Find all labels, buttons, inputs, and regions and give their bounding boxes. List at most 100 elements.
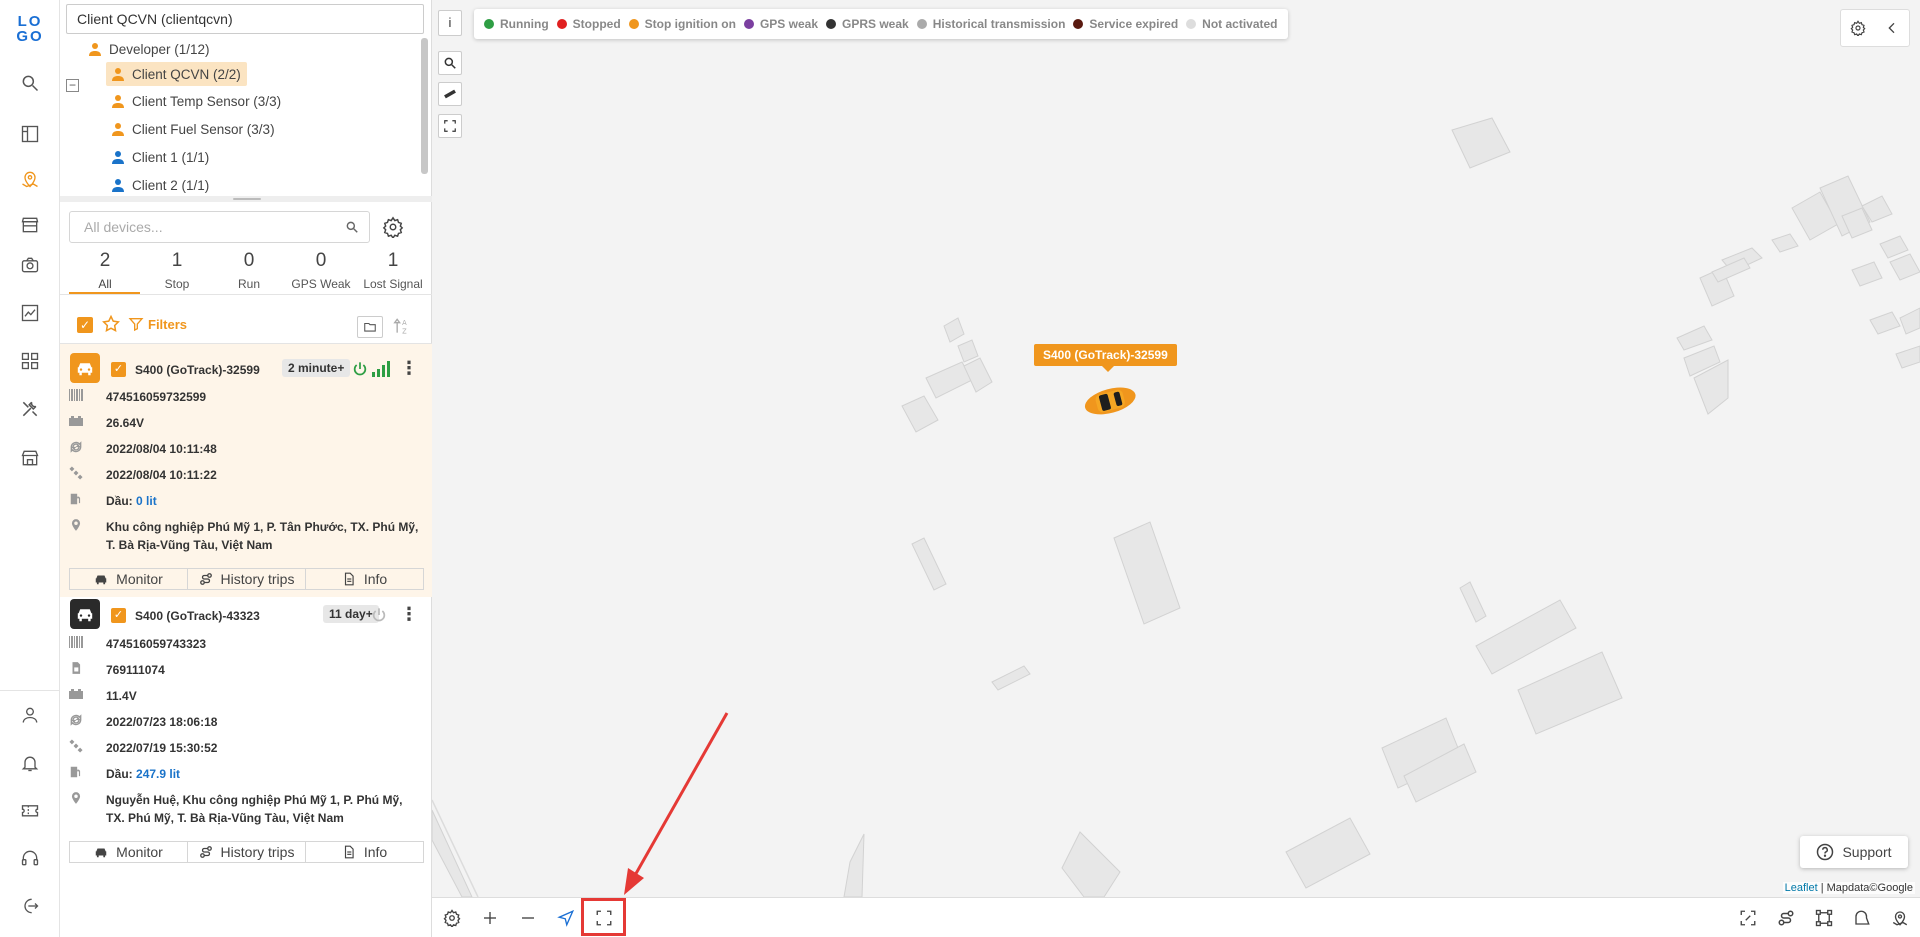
person-icon bbox=[112, 68, 124, 81]
tree-collapse-toggle[interactable]: − bbox=[66, 79, 79, 92]
tree-node-client-qcvn[interactable]: Client QCVN (2/2) bbox=[106, 62, 247, 86]
legend-dot bbox=[1073, 19, 1084, 29]
support-button[interactable]: Support bbox=[1800, 836, 1908, 868]
legend-running: Running bbox=[484, 17, 549, 31]
map-canvas[interactable]: i Running Stopped Stop ignition on GPS w… bbox=[432, 0, 1920, 897]
account-select[interactable]: Client QCVN (clientqcvn) bbox=[66, 4, 424, 34]
legend-label: Running bbox=[500, 17, 549, 31]
support-label: Support bbox=[1842, 844, 1892, 860]
map-attribution: Leaflet | Mapdata©Google bbox=[1782, 882, 1915, 894]
legend-gprs-weak: GPRS weak bbox=[826, 17, 909, 31]
user-icon[interactable] bbox=[17, 702, 43, 728]
left-rail: LO GO bbox=[0, 0, 60, 937]
chart-icon[interactable] bbox=[17, 300, 43, 326]
gear-icon[interactable] bbox=[442, 908, 462, 928]
logout-icon[interactable] bbox=[17, 893, 43, 919]
legend-label: GPS weak bbox=[759, 17, 818, 31]
tree-node-label: Client 1 (1/1) bbox=[132, 149, 210, 165]
map-search-button[interactable] bbox=[438, 51, 462, 75]
legend-label: Historical transmission bbox=[932, 17, 1066, 31]
shape-icon[interactable] bbox=[1852, 908, 1872, 928]
person-icon bbox=[112, 95, 124, 108]
zoom-in-icon[interactable] bbox=[480, 908, 500, 928]
account-tree: − Developer (1/12) Client QCVN (2/2) Cli… bbox=[60, 36, 432, 196]
legend-dot bbox=[916, 19, 927, 29]
map-bottom-toolbar bbox=[432, 897, 1920, 937]
legend-historical: Historical transmission bbox=[916, 17, 1066, 31]
camera-icon[interactable] bbox=[17, 252, 43, 278]
legend-dot bbox=[1186, 19, 1197, 29]
route-icon[interactable] bbox=[1776, 908, 1796, 928]
gear-icon[interactable] bbox=[1850, 20, 1866, 36]
leaflet-link[interactable]: Leaflet bbox=[1785, 882, 1818, 894]
rail-divider bbox=[0, 690, 60, 691]
tree-node-label: Client Fuel Sensor (3/3) bbox=[132, 121, 275, 137]
tree-node-label: Client Temp Sensor (3/3) bbox=[132, 93, 282, 109]
device-search-input[interactable] bbox=[70, 212, 335, 242]
highlight-box bbox=[581, 898, 626, 936]
apps-icon[interactable] bbox=[17, 348, 43, 374]
chevron-left-icon[interactable] bbox=[1884, 20, 1900, 36]
shop-icon[interactable] bbox=[17, 445, 43, 471]
select-area-icon[interactable] bbox=[1738, 908, 1758, 928]
headset-icon[interactable] bbox=[17, 845, 43, 871]
map-buildings bbox=[432, 117, 1920, 897]
dashboard-icon[interactable] bbox=[17, 121, 43, 147]
legend-dot bbox=[556, 19, 567, 29]
ruler-icon bbox=[444, 89, 456, 99]
status-legend: Running Stopped Stop ignition on GPS wea… bbox=[474, 9, 1288, 39]
tree-node-client-fuel-sensor[interactable]: Client Fuel Sensor (3/3) bbox=[106, 117, 281, 141]
legend-label: Stop ignition on bbox=[644, 17, 736, 31]
device-sidebar: Client QCVN (clientqcvn) − Developer (1/… bbox=[60, 0, 432, 937]
legend-label: GPRS weak bbox=[842, 17, 909, 31]
map-ruler-button[interactable] bbox=[438, 82, 462, 106]
device-search-box bbox=[69, 211, 370, 243]
legend-dot bbox=[743, 19, 754, 29]
tree-node-label: Client 2 (1/1) bbox=[132, 177, 210, 193]
legend-dot bbox=[826, 19, 836, 29]
search-icon[interactable] bbox=[17, 70, 43, 96]
attribution-text: | Mapdata©Google bbox=[1817, 882, 1913, 894]
info-toggle-button[interactable]: i bbox=[438, 10, 462, 36]
legend-dot bbox=[628, 19, 639, 29]
legend-dot bbox=[484, 19, 494, 29]
polygon-icon[interactable] bbox=[1814, 908, 1834, 928]
resize-grip[interactable] bbox=[233, 198, 261, 200]
vehicle-label[interactable]: S400 (GoTrack)-32599 bbox=[1034, 344, 1177, 372]
legend-label: Service expired bbox=[1089, 17, 1179, 31]
bell-icon[interactable] bbox=[17, 750, 43, 776]
tree-node-label: Client QCVN (2/2) bbox=[132, 66, 241, 82]
vehicle-marker-icon[interactable] bbox=[1082, 382, 1138, 418]
search-icon bbox=[444, 57, 456, 69]
legend-service-expired: Service expired bbox=[1073, 17, 1178, 31]
zoom-out-icon[interactable] bbox=[518, 908, 538, 928]
search-icon[interactable] bbox=[345, 220, 359, 234]
tree-node-client-1[interactable]: Client 1 (1/1) bbox=[106, 145, 215, 169]
map-layers-icon[interactable] bbox=[1890, 908, 1910, 928]
tree-scrollbar[interactable] bbox=[421, 38, 428, 174]
store-icon[interactable] bbox=[17, 212, 43, 238]
tree-node-client-2[interactable]: Client 2 (1/1) bbox=[106, 173, 215, 196]
expand-icon bbox=[444, 120, 456, 132]
person-icon bbox=[112, 179, 124, 192]
locate-icon[interactable] bbox=[556, 908, 576, 928]
legend-label: Not activated bbox=[1202, 17, 1278, 31]
legend-gps-weak: GPS weak bbox=[743, 17, 818, 31]
person-icon bbox=[112, 123, 124, 136]
map-icon[interactable] bbox=[17, 166, 43, 192]
map-zoom-extent-button[interactable] bbox=[438, 114, 462, 138]
app-logo: LO GO bbox=[16, 13, 44, 45]
ticket-icon[interactable] bbox=[17, 797, 43, 823]
help-circle-icon bbox=[1817, 843, 1834, 861]
tree-node-label: Developer (1/12) bbox=[109, 41, 210, 57]
tree-node-developer[interactable]: Developer (1/12) bbox=[83, 37, 216, 61]
legend-not-activated: Not activated bbox=[1186, 17, 1278, 31]
person-icon bbox=[89, 43, 101, 56]
legend-stopped: Stopped bbox=[556, 17, 621, 31]
tree-node-client-temp-sensor[interactable]: Client Temp Sensor (3/3) bbox=[106, 89, 287, 113]
legend-stop-ignition: Stop ignition on bbox=[628, 17, 736, 31]
tools-icon[interactable] bbox=[17, 396, 43, 422]
legend-label: Stopped bbox=[572, 17, 621, 31]
person-icon bbox=[112, 151, 124, 164]
map-panel-controls bbox=[1840, 9, 1910, 47]
